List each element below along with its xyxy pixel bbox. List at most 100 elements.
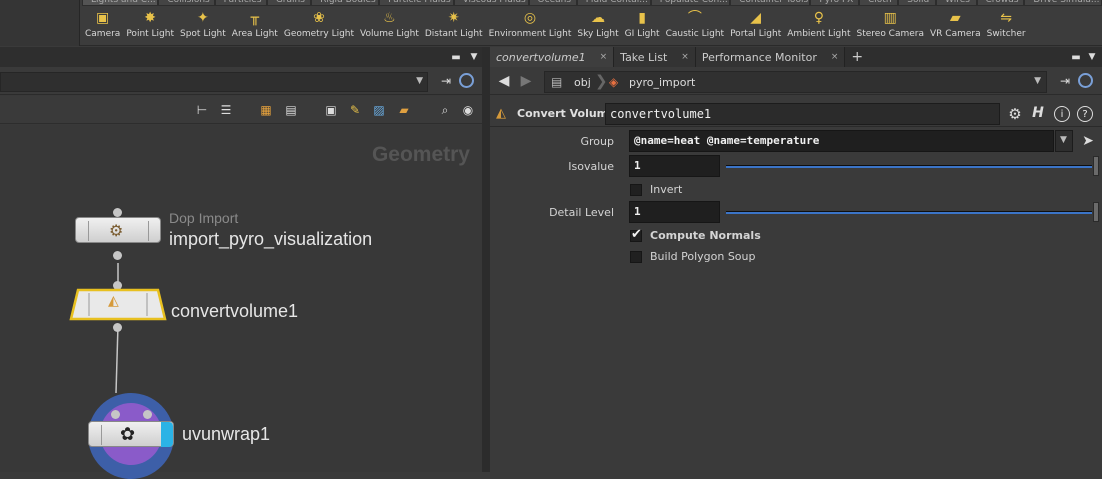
shelf-tab[interactable]: Cloth [859, 0, 899, 6]
shelf-tab[interactable]: Fluid Contai... [576, 0, 651, 6]
path-field[interactable]: ▤ obj ❯ ◈ pyro_import ▼ [544, 71, 1047, 93]
tab-performance-monitor[interactable]: Performance Monitor × [695, 47, 846, 67]
area-light-icon: ╥ [250, 10, 260, 26]
shelf-tool-camera[interactable]: ▣ Camera [82, 7, 123, 45]
pane-menu-icon[interactable]: ▬ [1068, 49, 1084, 65]
shelf-tool-label: Area Light [231, 29, 278, 39]
shelf-tab[interactable]: Crowds [976, 0, 1025, 6]
close-icon[interactable]: × [681, 52, 689, 62]
shelf-tab[interactable]: Collisions [158, 0, 215, 6]
pin-icon[interactable]: ⇥ [1057, 73, 1073, 89]
shelf-tool-environment-light[interactable]: ◎ Environment Light [486, 7, 575, 45]
invert-checkbox[interactable] [630, 184, 642, 196]
shelf-tool-spot-light[interactable]: ✦ Spot Light [177, 7, 229, 45]
path-node[interactable]: pyro_import [629, 76, 695, 89]
shelf-tool-portal-light[interactable]: ◢ Portal Light [727, 7, 784, 45]
pin-icon[interactable]: ⇥ [438, 73, 454, 89]
shelf-tool-caustic-light[interactable]: ⌒ Caustic Light [663, 7, 728, 45]
shelf-tool-stereo-camera[interactable]: ▥ Stereo Camera [854, 7, 928, 45]
tab-convertvolume1[interactable]: convertvolume1 × [490, 47, 615, 67]
display-flag[interactable] [161, 422, 173, 447]
shelf-tab[interactable]: Lights and C... [82, 0, 159, 6]
pane-splitter[interactable] [482, 47, 490, 472]
shelf-tool-sky-light[interactable]: ☁ Sky Light [574, 7, 621, 45]
link-icon[interactable] [459, 73, 474, 88]
shelf-tab[interactable]: Solid [898, 0, 937, 6]
shelf-tab[interactable]: Rigid Bodies [311, 0, 380, 6]
isovalue-slider-handle[interactable] [1093, 156, 1099, 176]
shelf-tab[interactable]: Particles [214, 0, 267, 6]
node-input-port[interactable] [113, 208, 122, 217]
shelf-tool-area-light[interactable]: ╥ Area Light [229, 7, 281, 45]
image-icon[interactable]: ▨ [371, 102, 387, 118]
tree-view-icon[interactable]: ⊢ [194, 102, 210, 118]
select-arrow-icon[interactable]: ➤ [1080, 133, 1096, 149]
link-icon[interactable] [1078, 73, 1093, 88]
node-output-port[interactable] [113, 323, 122, 332]
chevron-down-icon[interactable]: ▼ [1034, 76, 1041, 86]
shelf-tools: ▣ Camera ✸ Point Light ✦ Spot Light ╥ Area Ligh… [82, 7, 1029, 45]
node-output-port[interactable] [113, 251, 122, 260]
shelf-tab[interactable]: Container Tools [730, 0, 811, 6]
search-icon[interactable]: ⌕ [437, 102, 453, 118]
node-input-port[interactable] [111, 410, 120, 419]
shelf-tool-ambient-light[interactable]: ♀ Ambient Light [784, 7, 853, 45]
shelf-tool-switcher[interactable]: ⇋ Switcher [984, 7, 1029, 45]
layout-icon[interactable]: ▤ [283, 102, 299, 118]
shelf-tab[interactable]: Viscous Fluids [453, 0, 529, 6]
shelf-tool-distant-light[interactable]: ✷ Distant Light [422, 7, 486, 45]
close-icon[interactable]: × [831, 52, 839, 62]
info-icon[interactable]: i [1054, 106, 1070, 122]
build-polygon-soup-checkbox[interactable] [630, 251, 642, 263]
shelf-tool-volume-light[interactable]: ♨ Volume Light [357, 7, 422, 45]
compute-normals-checkbox[interactable]: ✔ [630, 227, 642, 242]
isovalue-slider[interactable] [726, 165, 1092, 168]
pane-dropdown-icon[interactable]: ▼ [1084, 49, 1100, 65]
group-field[interactable]: @name=heat @name=temperature [629, 130, 1054, 152]
shelf-tab[interactable]: Wires [936, 0, 977, 6]
pane-dropdown-icon[interactable]: ▼ [466, 49, 482, 65]
tab-take-list[interactable]: Take List × [614, 47, 696, 67]
node-name-field[interactable]: convertvolume1 [605, 103, 1000, 125]
chevron-down-icon[interactable]: ▼ [416, 76, 423, 86]
box-icon[interactable]: ▰ [396, 102, 412, 118]
path-root[interactable]: obj [574, 76, 591, 89]
list-view-icon[interactable]: ☰ [218, 102, 234, 118]
detail-level-slider[interactable] [726, 211, 1092, 214]
detail-level-field[interactable]: 1 [629, 201, 720, 223]
forward-arrow-icon[interactable]: ▶ [518, 73, 534, 89]
close-icon[interactable]: × [600, 52, 608, 62]
isovalue-field[interactable]: 1 [629, 155, 720, 177]
shelf-tab[interactable]: Drive Simula... [1024, 0, 1102, 6]
shelf-tab[interactable]: Particle Fluids [379, 0, 454, 6]
add-tab-button[interactable]: + [845, 47, 870, 67]
network-canvas[interactable]: Geometry ⚙ Dop Import import_pyro_visual… [0, 125, 482, 479]
shelf-tool-point-light[interactable]: ✸ Point Light [123, 7, 177, 45]
shelf-tool-label: Volume Light [360, 29, 419, 39]
shelf-tab[interactable]: Grains [266, 0, 312, 6]
camera-icon: ▣ [96, 10, 110, 26]
gear-icon[interactable]: ⚙ [1007, 105, 1023, 123]
parameter-editor-pane: convertvolume1 × Take List × Performance… [490, 47, 1102, 472]
node-input-port[interactable] [143, 410, 152, 419]
detail-level-label: Detail Level [549, 206, 614, 219]
eye-icon[interactable]: ◉ [460, 102, 476, 118]
help-icon[interactable]: ? [1077, 106, 1093, 122]
sticky-note-icon[interactable]: ✎ [347, 102, 363, 118]
back-arrow-icon[interactable]: ◀ [496, 73, 512, 89]
shelf-tab[interactable]: Pyro FX [810, 0, 860, 6]
grid-view-icon[interactable]: ▦ [258, 102, 274, 118]
shelf-tool-vr-camera[interactable]: ▰ VR Camera [927, 7, 984, 45]
parameter-view-icon[interactable]: ▣ [323, 102, 339, 118]
group-dropdown-button[interactable]: ▼ [1055, 130, 1073, 152]
shelf-tool-gi-light[interactable]: ▮ GI Light [622, 7, 663, 45]
geo-node-icon: ◈ [609, 75, 619, 89]
shelf-tab[interactable]: Populate Con... [650, 0, 731, 6]
detail-level-slider-handle[interactable] [1093, 202, 1099, 222]
shelf-tab[interactable]: Oceans [528, 0, 577, 6]
shelf-tool-geometry-light[interactable]: ❀ Geometry Light [281, 7, 357, 45]
pane-menu-icon[interactable]: ▬ [448, 49, 464, 65]
node-import-pyro-visualization[interactable]: ⚙ [75, 217, 161, 243]
help-h-icon[interactable]: H [1030, 105, 1046, 121]
network-path-field[interactable]: ▼ [0, 72, 428, 92]
